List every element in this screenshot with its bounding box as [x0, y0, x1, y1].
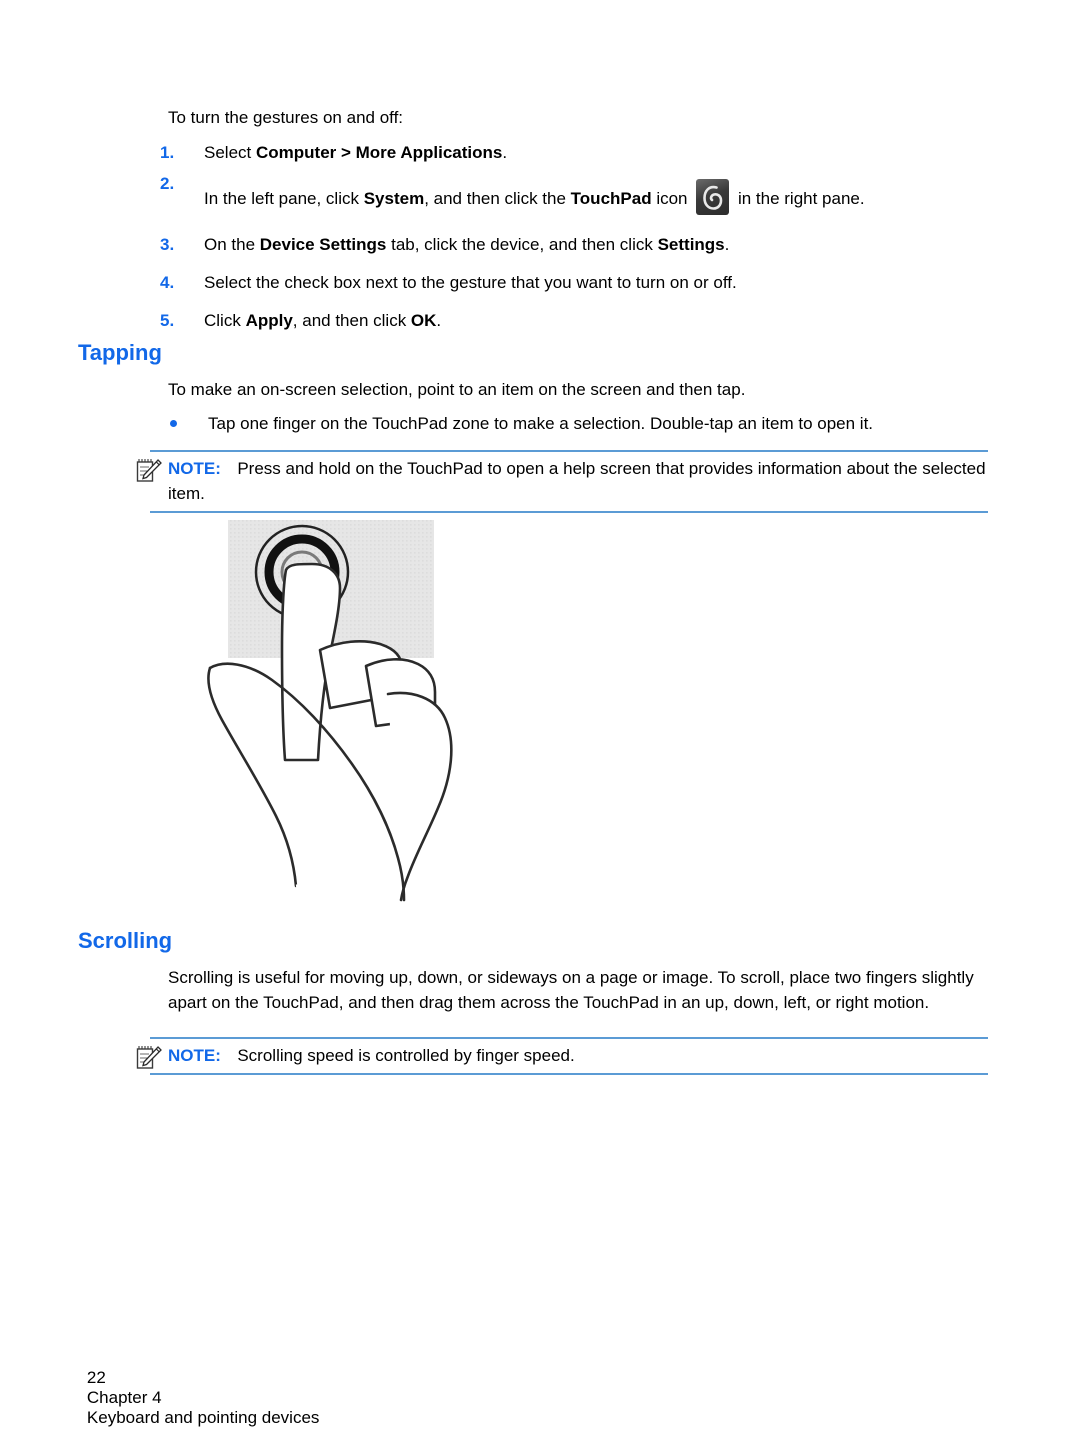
step-text-plain: . [436, 311, 442, 330]
note-rule-top [150, 1037, 988, 1039]
step-text-bold: Computer > More Applications [255, 143, 503, 162]
step-text-bold: OK [410, 311, 437, 330]
step-text: Click Apply, and then click OK. [204, 311, 441, 330]
note-content: NOTE: Scrolling speed is controlled by f… [136, 1043, 988, 1069]
note-pad-pencil-icon [136, 457, 162, 485]
step-text-plain: Click [204, 311, 246, 330]
step-text: In the left pane, click System, and then… [204, 179, 865, 215]
document-page: To turn the gestures on and off: 1. Selec… [0, 0, 1080, 1437]
note-block-tapping: NOTE: Press and hold on the TouchPad to … [136, 450, 988, 513]
note-label: NOTE: [168, 459, 221, 478]
heading-scrolling: Scrolling [78, 928, 173, 953]
tapping-bullet-list: Tap one finger on the TouchPad zone to m… [168, 411, 988, 436]
heading-tapping: Tapping [78, 340, 162, 365]
bullet-dot-icon [170, 420, 177, 427]
step-text-plain: . [724, 235, 730, 254]
gesture-step: 2. In the left pane, click System, and th… [160, 174, 990, 215]
step-text-bold: System [363, 189, 425, 208]
note-text: Scrolling speed is controlled by finger … [237, 1046, 575, 1065]
note-block-scrolling: NOTE: Scrolling speed is controlled by f… [136, 1037, 988, 1075]
step-text-plain: tab, click the device, and then click [386, 235, 658, 254]
step-number: 1. [160, 143, 175, 162]
list-item-label: Tap one finger on the TouchPad zone to m… [208, 414, 874, 433]
footer-page-number: 22 [86, 1368, 106, 1387]
footer-chapter: Chapter 4 [86, 1388, 162, 1407]
step-number: 2. [160, 174, 175, 193]
step-text-bold: Apply [245, 311, 293, 330]
step-text-plain: , and then click [292, 311, 411, 330]
step-number: 3. [160, 235, 175, 254]
step-text-bold: Settings [657, 235, 725, 254]
page-footer: 22 Chapter 4 Keyboard and pointing devic… [68, 1348, 320, 1448]
step-text-plain: Select [204, 143, 256, 162]
intro-paragraph: To turn the gestures on and off: [168, 108, 404, 127]
footer-title: Keyboard and pointing devices [86, 1408, 320, 1427]
note-content: NOTE: Press and hold on the TouchPad to … [136, 456, 988, 506]
step-number: 5. [160, 311, 175, 330]
gesture-step: 4. Select the check box next to the gestu… [160, 271, 990, 295]
step-text: Select Computer > More Applications. [204, 143, 507, 162]
tapping-intro-paragraph: To make an on-screen selection, point to… [168, 380, 746, 399]
step-text-plain: In the left pane, click [204, 189, 364, 208]
scrolling-intro-paragraph: Scrolling is useful for moving up, down,… [168, 968, 974, 1012]
note-rule-bottom [150, 1073, 988, 1075]
note-text: Press and hold on the TouchPad to open a… [168, 459, 986, 503]
step-text-plain: . [502, 143, 508, 162]
gesture-step: 3. On the Device Settings tab, click the … [160, 233, 990, 257]
step-text-bold: Device Settings [259, 235, 387, 254]
gesture-step: 1. Select Computer > More Applications. [160, 141, 990, 165]
note-pad-pencil-icon [136, 1044, 162, 1072]
note-rule-top [150, 450, 988, 452]
note-label: NOTE: [168, 1046, 221, 1065]
step-number: 4. [160, 273, 175, 292]
gesture-steps-list: 1. Select Computer > More Applications. 2.… [160, 141, 990, 347]
step-text-plain: On the [204, 235, 260, 254]
step-text-plain: Select the check box next to the gesture… [204, 273, 737, 292]
tap-gesture-illustration [190, 508, 520, 908]
step-text: On the Device Settings tab, click the de… [204, 235, 729, 254]
step-text-plain: icon [651, 189, 693, 208]
gesture-step: 5. Click Apply, and then click OK. [160, 309, 990, 333]
step-text-plain: , and then click the [424, 189, 571, 208]
step-text: Select the check box next to the gesture… [204, 273, 737, 292]
step-text-bold: TouchPad [570, 189, 652, 208]
step-text-plain: in the right pane. [733, 189, 865, 208]
touchpad-icon [696, 179, 730, 215]
list-item: Tap one finger on the TouchPad zone to m… [168, 411, 988, 436]
